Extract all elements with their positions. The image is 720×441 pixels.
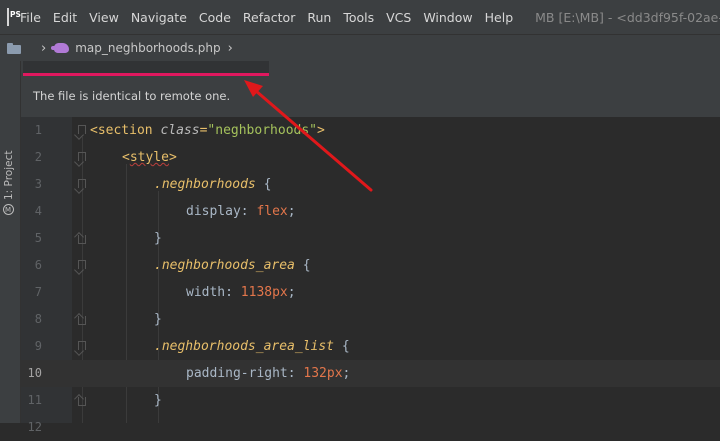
code-line: 9 .neghborhoods_area_list { [21, 333, 720, 360]
code-editor[interactable]: 1 <section class="neghborhoods"> 2 <styl… [21, 117, 720, 434]
line-number: 12 [27, 420, 42, 434]
code-line: 6 .neghborhoods_area { [21, 252, 720, 279]
fold-marker-icon[interactable] [78, 397, 86, 406]
menu-edit[interactable]: Edit [47, 10, 83, 25]
window-title: MB [E:\MB] - <dd3df95f-02ae-4e62-985 [535, 9, 720, 25]
menu-run[interactable]: Run [301, 10, 337, 25]
fold-marker-icon[interactable] [78, 341, 86, 350]
code-line: 2 <style> [21, 144, 720, 171]
code-line: 11 } [21, 387, 720, 414]
line-number: 5 [34, 231, 42, 245]
menu-file[interactable]: File [18, 10, 47, 25]
fold-marker-icon[interactable] [78, 260, 86, 269]
line-number: 8 [34, 312, 42, 326]
code-line: 4 display: flex; [21, 198, 720, 225]
diff-marker-bar [23, 61, 269, 76]
fold-marker-icon[interactable] [78, 235, 86, 244]
line-number: 1 [34, 123, 42, 137]
project-tool-tab[interactable]: M 1: Project [3, 135, 19, 215]
left-tool-strip: M 1: Project [0, 61, 21, 423]
fold-marker-icon[interactable] [78, 316, 86, 325]
menu-navigate[interactable]: Navigate [125, 10, 193, 25]
menu-view[interactable]: View [83, 10, 125, 25]
code-line: 7 width: 1138px; [21, 279, 720, 306]
fold-marker-icon[interactable] [78, 179, 86, 188]
fold-marker-icon[interactable] [78, 125, 86, 134]
navigation-bar: › map_neghborhoods.php › [0, 34, 720, 61]
fold-marker-icon[interactable] [78, 152, 86, 161]
menu-window[interactable]: Window [417, 10, 478, 25]
line-number: 2 [34, 150, 42, 164]
code-line: 8 } [21, 306, 720, 333]
remote-diff-banner: The file is identical to remote one. [21, 61, 720, 117]
project-tab-label: 1: Project [3, 150, 15, 200]
line-number: 11 [27, 393, 42, 407]
code-line: 5 } [21, 225, 720, 252]
code-line: 12 [21, 414, 720, 441]
code-line-current: 10 padding-right: 132px; [21, 360, 720, 387]
menu-bar: PS File Edit View Navigate Code Refactor… [0, 0, 720, 34]
line-number: 7 [34, 285, 42, 299]
menu-refactor[interactable]: Refactor [237, 10, 301, 25]
line-number: 3 [34, 177, 42, 191]
breadcrumb-file[interactable]: map_neghborhoods.php [75, 41, 220, 55]
menu-tools[interactable]: Tools [337, 10, 380, 25]
chevron-right-icon: › [41, 40, 47, 56]
module-icon: M [3, 204, 15, 215]
banner-message: The file is identical to remote one. [33, 89, 231, 103]
project-folder-icon[interactable] [7, 42, 21, 54]
line-number: 4 [34, 204, 42, 218]
php-file-icon [51, 43, 70, 53]
line-number: 9 [34, 339, 42, 353]
line-number: 10 [27, 366, 42, 380]
code-line: 1 <section class="neghborhoods"> [21, 117, 720, 144]
menu-help[interactable]: Help [479, 10, 520, 25]
line-number: 6 [34, 258, 42, 272]
phpstorm-logo-icon: PS [7, 8, 21, 26]
chevron-right-icon: › [227, 40, 233, 56]
code-line: 3 .neghborhoods { [21, 171, 720, 198]
menu-code[interactable]: Code [193, 10, 237, 25]
menu-vcs[interactable]: VCS [380, 10, 417, 25]
